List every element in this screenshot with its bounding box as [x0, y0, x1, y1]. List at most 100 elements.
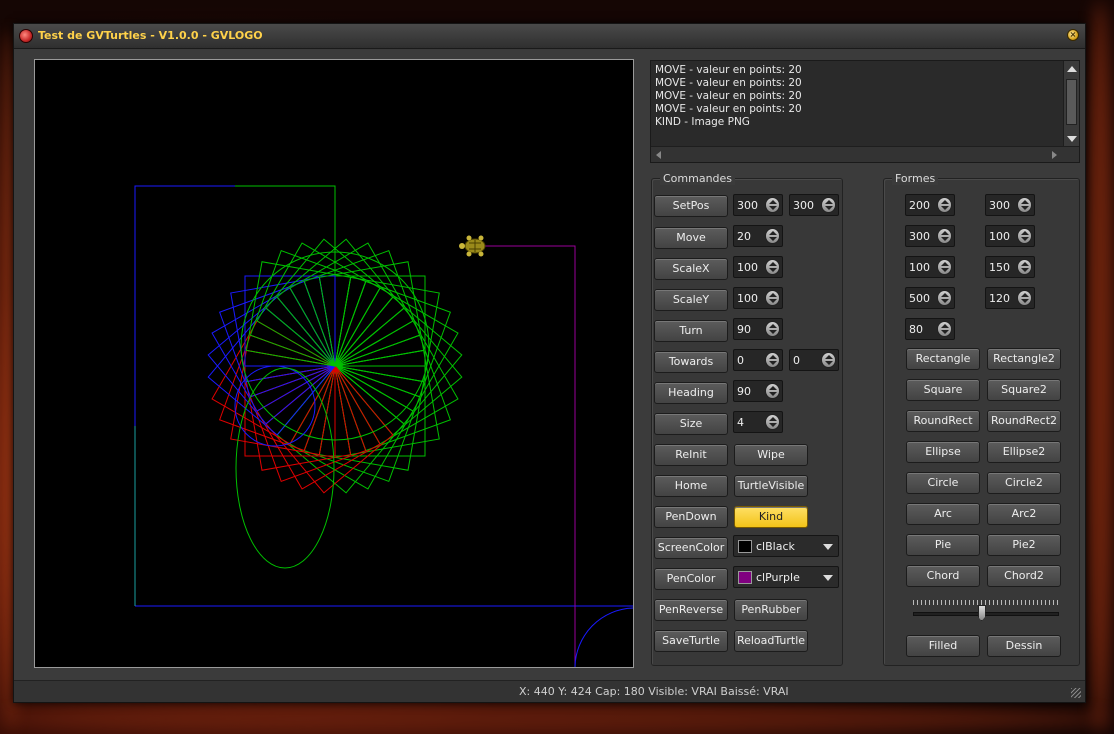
roundrect-button[interactable]: RoundRect	[906, 410, 980, 432]
scaley-button[interactable]: ScaleY	[654, 289, 728, 311]
resize-grip-icon[interactable]	[1071, 688, 1081, 698]
formes-spinner-9[interactable]: 80	[905, 318, 955, 340]
turtlevisible-button[interactable]: TurtleVisible	[734, 475, 808, 497]
screencolor-button[interactable]: ScreenColor	[654, 537, 728, 559]
pendown-button[interactable]: PenDown	[654, 506, 728, 528]
reloadturtle-button[interactable]: ReloadTurtle	[734, 630, 808, 652]
scaley-spinner[interactable]: 100	[733, 287, 783, 309]
spin-arrows-icon[interactable]	[765, 321, 780, 337]
spin-arrows-icon[interactable]	[765, 197, 780, 213]
penrubber-button[interactable]: PenRubber	[734, 599, 808, 621]
home-button[interactable]: Home	[654, 475, 728, 497]
setpos-button[interactable]: SetPos	[654, 195, 728, 217]
chord2-button[interactable]: Chord2	[987, 565, 1061, 587]
reinit-button[interactable]: ReInit	[654, 444, 728, 466]
formes-spinner-3[interactable]: 300	[905, 225, 955, 247]
chord-button[interactable]: Chord	[906, 565, 980, 587]
pencolor-button[interactable]: PenColor	[654, 568, 728, 590]
spin-arrows-icon[interactable]	[1017, 228, 1032, 244]
spin-arrows-icon[interactable]	[937, 228, 952, 244]
scroll-thumb[interactable]	[1066, 79, 1077, 125]
ellipse-button[interactable]: Ellipse	[906, 441, 980, 463]
screencolor-select[interactable]: clBlack	[733, 535, 839, 557]
spinner-value: 100	[737, 261, 758, 274]
spin-arrows-icon[interactable]	[765, 383, 780, 399]
spin-arrows-icon[interactable]	[1017, 197, 1032, 213]
square-button[interactable]: Square	[906, 379, 980, 401]
formes-spinner-6[interactable]: 150	[985, 256, 1035, 278]
size-spinner[interactable]: 4	[733, 411, 783, 433]
turtle-icon	[459, 235, 486, 257]
spin-arrows-icon[interactable]	[821, 352, 836, 368]
spinner-value: 100	[737, 292, 758, 305]
title-bar[interactable]: Test de GVTurtles - V1.0.0 - GVLOGO ×	[14, 24, 1085, 49]
pen-square	[303, 250, 421, 367]
filled-button[interactable]: Filled	[906, 635, 980, 657]
wipe-button[interactable]: Wipe	[734, 444, 808, 466]
spin-arrows-icon[interactable]	[937, 259, 952, 275]
spin-arrows-icon[interactable]	[765, 290, 780, 306]
spin-arrows-icon[interactable]	[1017, 259, 1032, 275]
spin-arrows-icon[interactable]	[821, 197, 836, 213]
formes-slider[interactable]	[913, 612, 1059, 616]
setpos-x-spinner[interactable]: 300	[733, 194, 783, 216]
circle2-button[interactable]: Circle2	[987, 472, 1061, 494]
kind-button[interactable]: Kind	[734, 506, 808, 528]
move-spinner[interactable]: 20	[733, 225, 783, 247]
pencolor-select[interactable]: clPurple	[733, 566, 839, 588]
close-button[interactable]: ×	[1067, 29, 1079, 41]
turn-button[interactable]: Turn	[654, 320, 728, 342]
pen-path	[134, 185, 336, 606]
roundrect2-button[interactable]: RoundRect2	[987, 410, 1061, 432]
ellipse2-button[interactable]: Ellipse2	[987, 441, 1061, 463]
heading-spinner[interactable]: 90	[733, 380, 783, 402]
scalex-spinner[interactable]: 100	[733, 256, 783, 278]
turtle-canvas[interactable]	[34, 59, 634, 668]
rectangle-button[interactable]: Rectangle	[906, 348, 980, 370]
spinner-value: 0	[737, 354, 744, 367]
heading-button[interactable]: Heading	[654, 382, 728, 404]
spin-arrows-icon[interactable]	[765, 414, 780, 430]
spin-arrows-icon[interactable]	[765, 259, 780, 275]
formes-spinner-7[interactable]: 500	[905, 287, 955, 309]
select-value: clBlack	[756, 540, 795, 553]
formes-spinner-1[interactable]: 200	[905, 194, 955, 216]
spin-arrows-icon[interactable]	[937, 290, 952, 306]
turtle-shell-part	[466, 235, 472, 241]
scroll-right-icon[interactable]	[1052, 151, 1057, 159]
circle-button[interactable]: Circle	[906, 472, 980, 494]
log-vertical-scrollbar[interactable]	[1063, 61, 1079, 147]
towards-button[interactable]: Towards	[654, 351, 728, 373]
log-list[interactable]: MOVE - valeur en points: 20 MOVE - valeu…	[650, 60, 1080, 163]
spin-arrows-icon[interactable]	[937, 321, 952, 337]
scroll-up-icon[interactable]	[1067, 66, 1077, 72]
towards-x-spinner[interactable]: 0	[733, 349, 783, 371]
saveturtle-button[interactable]: SaveTurtle	[654, 630, 728, 652]
log-horizontal-scrollbar[interactable]	[651, 146, 1079, 162]
move-button[interactable]: Move	[654, 227, 728, 249]
spin-arrows-icon[interactable]	[937, 197, 952, 213]
penreverse-button[interactable]: PenReverse	[654, 599, 728, 621]
spinner-value: 300	[737, 199, 758, 212]
rectangle2-button[interactable]: Rectangle2	[987, 348, 1061, 370]
turn-spinner[interactable]: 90	[733, 318, 783, 340]
formes-spinner-2[interactable]: 300	[985, 194, 1035, 216]
dessin-button[interactable]: Dessin	[987, 635, 1061, 657]
arc2-button[interactable]: Arc2	[987, 503, 1061, 525]
formes-spinner-4[interactable]: 100	[985, 225, 1035, 247]
scalex-button[interactable]: ScaleX	[654, 258, 728, 280]
setpos-y-spinner[interactable]: 300	[789, 194, 839, 216]
formes-spinner-5[interactable]: 100	[905, 256, 955, 278]
arc-button[interactable]: Arc	[906, 503, 980, 525]
scroll-down-icon[interactable]	[1067, 136, 1077, 142]
pie2-button[interactable]: Pie2	[987, 534, 1061, 556]
size-button[interactable]: Size	[654, 413, 728, 435]
formes-spinner-8[interactable]: 120	[985, 287, 1035, 309]
towards-y-spinner[interactable]: 0	[789, 349, 839, 371]
square2-button[interactable]: Square2	[987, 379, 1061, 401]
pie-button[interactable]: Pie	[906, 534, 980, 556]
spin-arrows-icon[interactable]	[765, 352, 780, 368]
scroll-left-icon[interactable]	[656, 151, 661, 159]
spin-arrows-icon[interactable]	[1017, 290, 1032, 306]
spin-arrows-icon[interactable]	[765, 228, 780, 244]
